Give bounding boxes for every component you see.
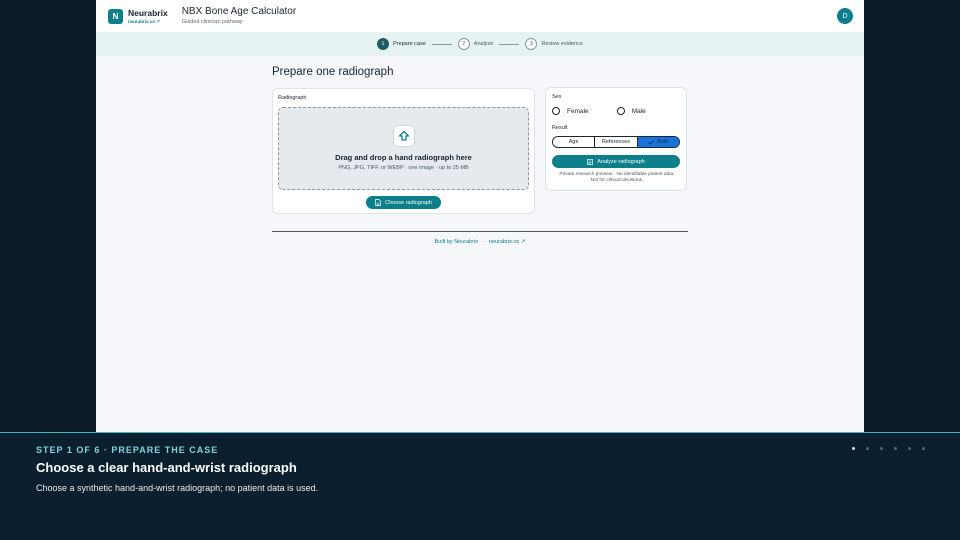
step-connector: [431, 43, 452, 45]
sex-label: Sex: [552, 94, 562, 100]
built-by-link[interactable]: Built by Neurabrix: [435, 239, 478, 245]
step-number: 3: [525, 38, 538, 50]
male-radio[interactable]: [616, 107, 625, 115]
step-connector: [499, 43, 520, 45]
disclaimer: Private research preview · No identifiab…: [550, 172, 684, 184]
dropzone[interactable]: Drag and drop a hand radiograph here PNG…: [278, 107, 529, 190]
result-segmented-control: Age References Both: [552, 136, 680, 148]
app-subtitle: Guided clinician pathway: [181, 19, 243, 25]
app-title: NBX Bone Age Calculator: [181, 6, 297, 17]
tutorial-panel: STEP 1 OF 6 · PREPARE THE CASE Choose a …: [0, 432, 960, 540]
brand-link[interactable]: neurabrix.co ↗: [128, 18, 168, 25]
tutorial-title: Choose a clear hand-and-wrist radiograph: [36, 460, 297, 475]
step-label: Review evidence: [541, 41, 583, 47]
result-option-both[interactable]: Both: [637, 137, 679, 147]
brand: Neurabrix neurabrix.co ↗: [128, 8, 168, 25]
choose-radiograph-button[interactable]: Choose radiograph: [366, 196, 441, 209]
analyze-radiograph-label: Analyze radiograph: [597, 158, 645, 165]
step-label: Prepare case: [393, 41, 426, 47]
result-option-age[interactable]: Age: [553, 137, 596, 147]
step-number: 1: [377, 38, 390, 50]
female-radio[interactable]: [552, 107, 560, 115]
main-content: Prepare one radiograph Radiograph Drag a…: [272, 66, 688, 214]
step-number: 2: [457, 38, 470, 50]
progress-dot[interactable]: [908, 447, 911, 450]
result-option-both-label: Both: [657, 139, 669, 145]
tutorial-progress-dots: [841, 447, 925, 450]
step-analyze[interactable]: 2 Analyze: [457, 38, 494, 50]
user-avatar[interactable]: D: [837, 8, 853, 24]
progress-dot[interactable]: [894, 447, 897, 450]
footer-divider: [272, 231, 688, 232]
footer-site-link[interactable]: neurabrix.co ↗: [489, 239, 525, 245]
dropzone-hint: PNG, JPG, TIFF, or WEBP · one image · up…: [338, 165, 469, 171]
logo-badge: N: [108, 8, 123, 24]
options-card: Sex Female Male Result Age References Bo…: [545, 87, 687, 191]
footer-separator: ·: [482, 239, 485, 245]
dropzone-title: Drag and drop a hand radiograph here: [335, 153, 472, 162]
female-label[interactable]: Female: [567, 108, 589, 115]
step-label: Analyze: [473, 41, 494, 47]
tutorial-description: Choose a synthetic hand-and-wrist radiog…: [36, 483, 319, 493]
stepper: 1 Prepare case 2 Analyze 3 Review eviden…: [96, 32, 864, 56]
tutorial-step-indicator: STEP 1 OF 6 · PREPARE THE CASE: [36, 445, 219, 455]
progress-dot[interactable]: [866, 447, 869, 450]
step-prepare-case[interactable]: 1 Prepare case: [377, 38, 426, 50]
progress-dot[interactable]: [922, 447, 925, 450]
check-icon: [648, 140, 654, 145]
top-bar: N Neurabrix neurabrix.co ↗ NBX Bone Age …: [96, 0, 864, 32]
disclaimer-line-2: Not for clinical decisions.: [590, 178, 644, 183]
upload-icon: [392, 125, 415, 147]
page-title: Prepare one radiograph: [272, 66, 394, 78]
result-label: Result: [552, 125, 568, 131]
progress-dot[interactable]: [880, 447, 883, 450]
brand-name: Neurabrix: [128, 7, 168, 18]
radiograph-label: Radiograph: [278, 95, 307, 101]
app-window: N Neurabrix neurabrix.co ↗ NBX Bone Age …: [96, 0, 864, 432]
analyze-radiograph-button[interactable]: Analyze radiograph: [552, 155, 680, 168]
male-label[interactable]: Male: [632, 108, 646, 115]
choose-radiograph-label: Choose radiograph: [385, 199, 432, 206]
result-option-references[interactable]: References: [595, 137, 638, 147]
step-review-evidence[interactable]: 3 Review evidence: [525, 38, 583, 50]
analyze-icon: [587, 158, 594, 165]
file-icon: [375, 199, 381, 206]
sex-radio-group: Female Male: [552, 107, 674, 115]
title-block: NBX Bone Age Calculator Guided clinician…: [182, 6, 297, 26]
upload-card: Radiograph Drag and drop a hand radiogra…: [272, 88, 535, 214]
footer: Built by Neurabrix · neurabrix.co ↗: [272, 239, 688, 245]
progress-dot[interactable]: [852, 447, 855, 450]
